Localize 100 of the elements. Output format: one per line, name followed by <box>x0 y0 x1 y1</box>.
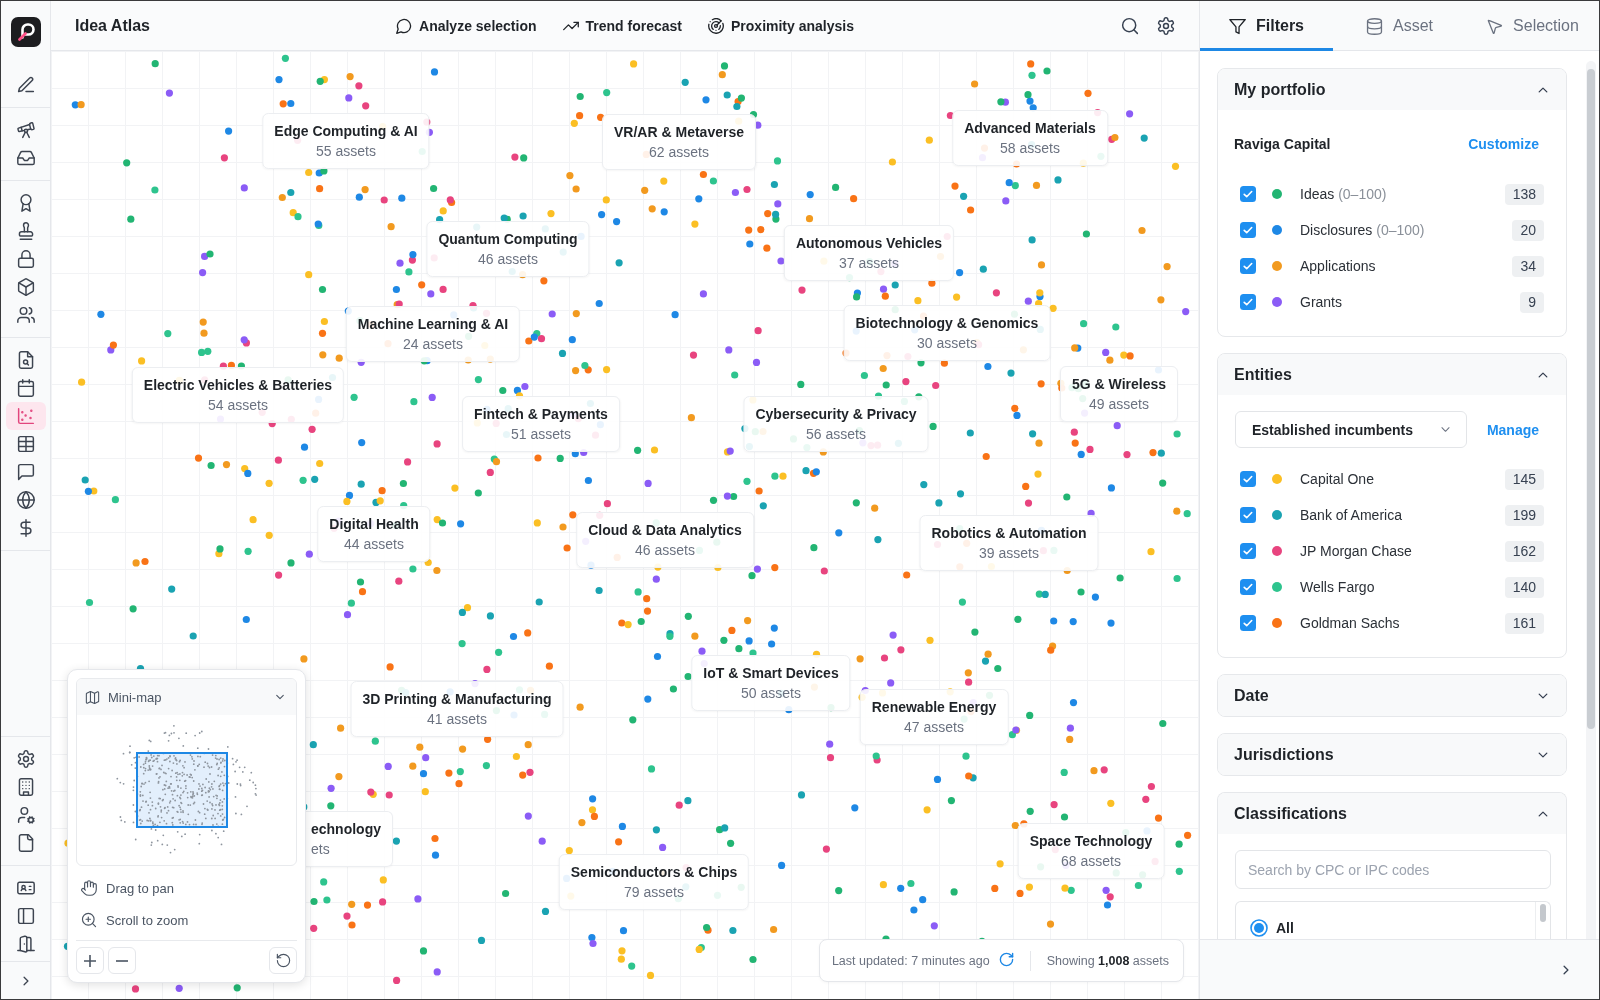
stamp-icon <box>16 222 35 240</box>
refresh-icon[interactable] <box>998 951 1014 967</box>
speech-bubble-icon <box>16 463 35 481</box>
app-title: Idea Atlas <box>75 16 150 35</box>
plus-icon <box>84 954 96 967</box>
checkbox[interactable] <box>1240 186 1256 202</box>
cluster-card[interactable]: IoT & Smart Devices 50 assets <box>691 655 851 711</box>
cluster-card[interactable]: Cloud & Data Analytics 46 assets <box>576 512 754 568</box>
cluster-count: 54 assets <box>208 396 268 415</box>
cursor-icon <box>1486 17 1504 35</box>
zoom-in-button[interactable] <box>76 947 104 974</box>
cluster-card[interactable]: Space Technology 68 assets <box>1017 823 1165 879</box>
dropdown[interactable]: Established incumbents <box>1235 411 1467 448</box>
checkbox[interactable] <box>1240 471 1256 487</box>
cluster-card[interactable]: Advanced Materials 58 assets <box>952 110 1108 166</box>
cluster-card[interactable]: Robotics & Automation 39 assets <box>919 515 1099 571</box>
minus-icon <box>116 959 128 962</box>
count-badge: 138 <box>1504 183 1544 205</box>
cluster-count: 56 assets <box>806 425 866 444</box>
cluster-card[interactable]: Fintech & Payments 51 assets <box>462 396 620 452</box>
filter-label: Applications <box>1300 258 1376 274</box>
reset-icon <box>275 953 291 968</box>
cluster-card[interactable]: Digital Health 44 assets <box>317 506 431 562</box>
section-header[interactable]: Classifications <box>1218 793 1566 834</box>
checkbox[interactable] <box>1240 258 1256 274</box>
cluster-count: 47 assets <box>904 718 964 737</box>
filter-label: Ideas (0–100) <box>1300 186 1387 202</box>
scrollbar-thumb[interactable] <box>1540 904 1546 922</box>
cluster-name: Advanced Materials <box>964 119 1096 138</box>
count-badge: 34 <box>1512 255 1544 277</box>
cluster-name: Semiconductors & Chips <box>570 863 738 882</box>
toolbar-button[interactable]: Analyze selection <box>396 10 537 41</box>
filter-label: JP Morgan Chase <box>1300 543 1412 559</box>
cluster-count: 39 assets <box>979 544 1039 563</box>
option-label: All <box>1276 920 1294 936</box>
settings-icon[interactable] <box>1157 16 1175 35</box>
cluster-count: 79 assets <box>624 883 684 902</box>
radar-icon <box>708 17 724 34</box>
section-header[interactable]: My portfolio <box>1218 69 1566 110</box>
cluster-card[interactable]: Semiconductors & Chips 79 assets <box>558 854 750 910</box>
cluster-card[interactable]: Biotechnology & Genomics 30 assets <box>843 305 1051 361</box>
count-badge: 161 <box>1504 612 1544 634</box>
cluster-card[interactable]: Renewable Energy 47 assets <box>859 689 1009 745</box>
hand-icon <box>81 880 97 896</box>
cluster-name: 5G & Wireless <box>1072 375 1166 394</box>
checkbox[interactable] <box>1240 294 1256 310</box>
cluster-card[interactable]: Cybersecurity & Privacy 56 assets <box>743 396 929 452</box>
cluster-count: 46 assets <box>478 250 538 269</box>
filter-label: Capital One <box>1300 471 1374 487</box>
checkbox[interactable] <box>1240 615 1256 631</box>
toolbar-button[interactable]: Proximity analysis <box>708 10 854 41</box>
cluster-count: 24 assets <box>403 335 463 354</box>
zoom-out-button[interactable] <box>108 947 136 974</box>
pencil-icon <box>16 76 35 94</box>
checkbox[interactable] <box>1240 222 1256 238</box>
cluster-count: 51 assets <box>511 425 571 444</box>
cluster-count: 49 assets <box>1089 395 1149 414</box>
cluster-card[interactable]: VR/AR & Metaverse 62 assets <box>602 114 756 170</box>
cluster-count: ets <box>311 840 330 859</box>
building-icon <box>16 778 35 796</box>
cluster-card[interactable]: Quantum Computing 46 assets <box>426 221 590 277</box>
count-badge: 199 <box>1504 504 1544 526</box>
search-field[interactable]: Search by CPC or IPC codes <box>1235 850 1551 889</box>
cluster-count: 44 assets <box>344 535 404 554</box>
cluster-name: Renewable Energy <box>871 698 997 717</box>
section-header[interactable]: Date <box>1218 675 1566 716</box>
scrollbar-thumb[interactable] <box>1587 69 1595 729</box>
cluster-count: 55 assets <box>316 142 376 161</box>
app-logo-icon[interactable] <box>10 17 41 47</box>
cluster-card[interactable]: 5G & Wireless 49 assets <box>1060 366 1178 422</box>
checkbox[interactable] <box>1240 543 1256 559</box>
reset-button[interactable] <box>269 947 297 974</box>
panel-tab[interactable]: Selection <box>1466 1 1599 51</box>
cluster-name: echnology <box>311 820 381 839</box>
cluster-card[interactable]: 3D Printing & Manufacturing 41 assets <box>350 681 564 737</box>
checkbox[interactable] <box>1240 507 1256 523</box>
cluster-name: 3D Printing & Manufacturing <box>362 690 552 709</box>
cluster-name: Quantum Computing <box>438 230 578 249</box>
cluster-count: 68 assets <box>1061 852 1121 871</box>
panel-tab[interactable]: Asset <box>1333 1 1466 51</box>
cluster-count: 30 assets <box>917 334 977 353</box>
cluster-card[interactable]: Electric Vehicles & Batteries 54 assets <box>131 367 345 423</box>
portfolio-name: Raviga Capital <box>1234 136 1331 152</box>
panel-tab[interactable]: Filters <box>1200 1 1333 51</box>
cluster-card[interactable]: Machine Learning & AI 24 assets <box>345 306 521 362</box>
minimap-header[interactable]: Mini-map <box>77 679 296 715</box>
cluster-name: Space Technology <box>1029 832 1153 851</box>
cluster-card[interactable]: echnology ets <box>303 811 393 867</box>
id-card-icon <box>16 879 35 897</box>
search-icon[interactable] <box>1121 16 1139 35</box>
section-header[interactable]: Entities <box>1218 354 1566 395</box>
cluster-card[interactable]: Edge Computing & AI 55 assets <box>262 113 430 169</box>
checkbox[interactable] <box>1240 579 1256 595</box>
cluster-name: Edge Computing & AI <box>274 122 418 141</box>
filter-icon <box>1229 17 1246 35</box>
section-header[interactable]: Jurisdictions <box>1218 734 1566 775</box>
radio-button[interactable] <box>1250 919 1268 937</box>
cluster-card[interactable]: Autonomous Vehicles 37 assets <box>783 225 955 281</box>
cluster-count: 37 assets <box>839 254 899 273</box>
toolbar-button[interactable]: Trend forecast <box>562 10 682 41</box>
